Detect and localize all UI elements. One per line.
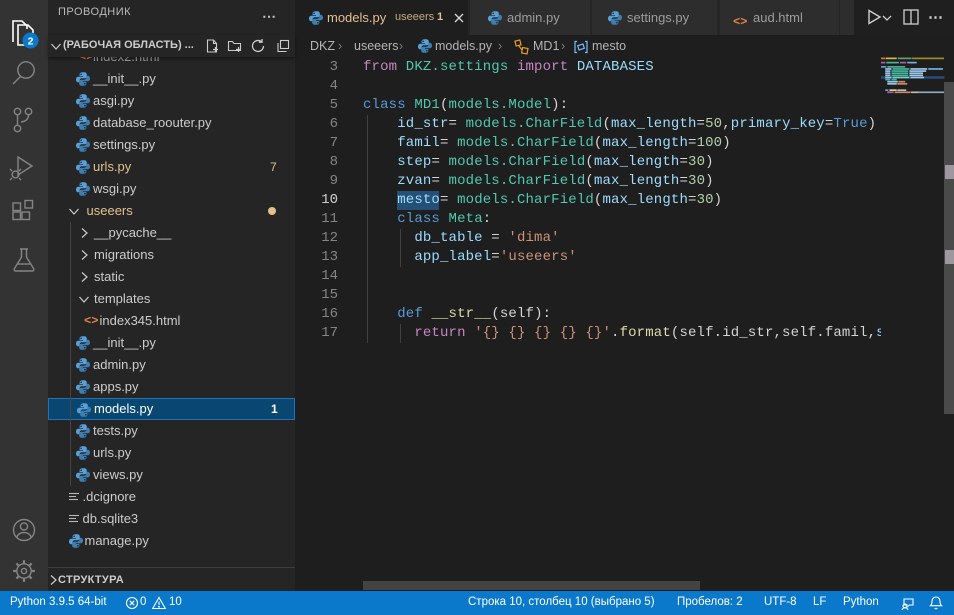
svg-text:2: 2 <box>28 35 34 47</box>
